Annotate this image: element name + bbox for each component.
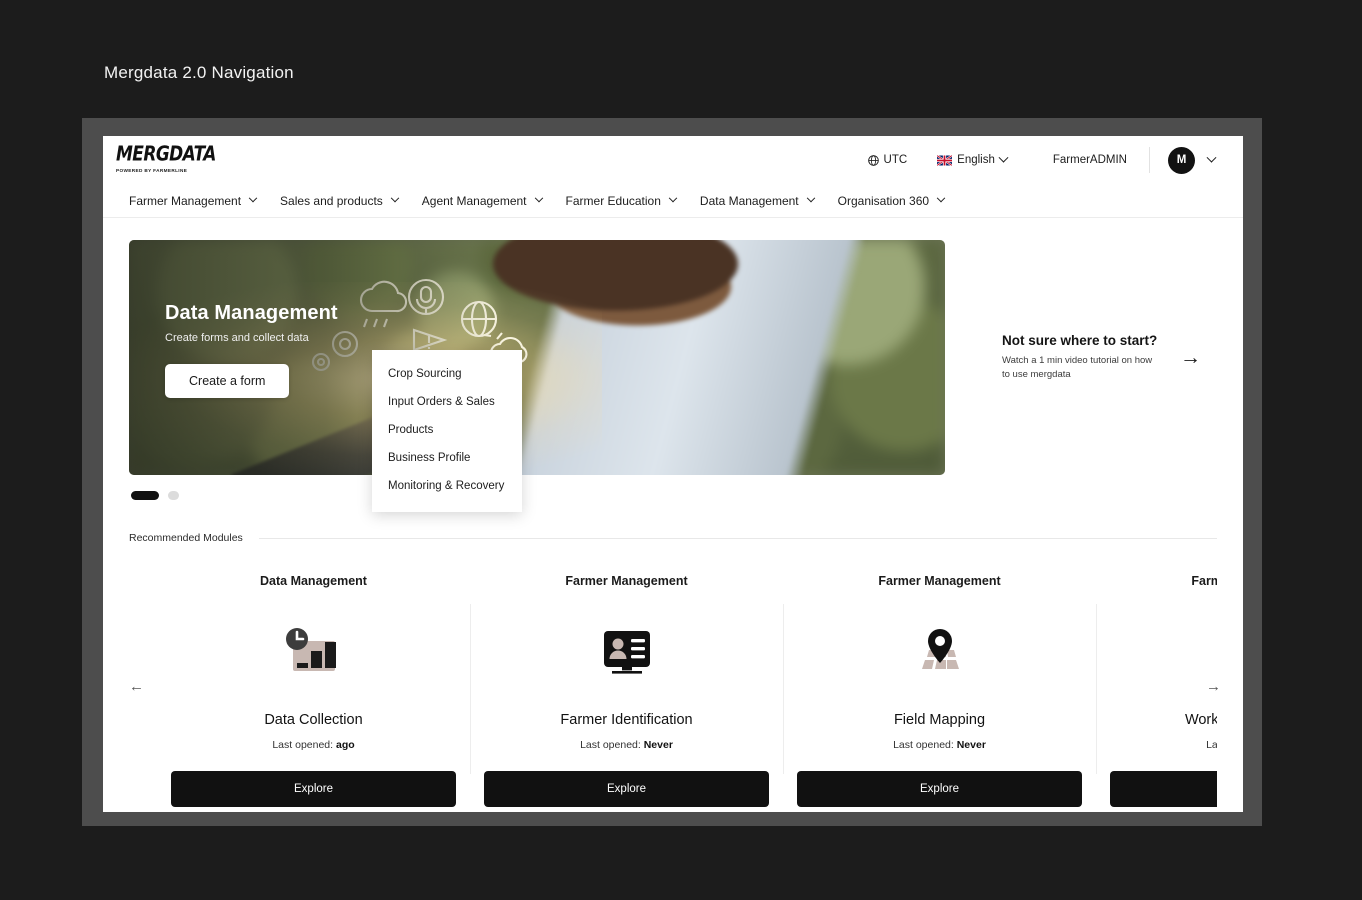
dropdown-item-monitoring-and-recovery[interactable]: Monitoring & Recovery <box>372 472 522 500</box>
nav-item-sales-and-products[interactable]: Sales and products <box>268 184 410 217</box>
carousel-dot-2[interactable] <box>168 491 179 500</box>
hero-banner: Data Management Create forms and collect… <box>129 240 945 475</box>
carousel-dot-1[interactable] <box>131 491 159 500</box>
module-card[interactable]: Farmer Management <box>470 574 783 807</box>
language-label: English <box>957 154 995 166</box>
map-pin-field-icon <box>909 625 971 681</box>
hero-title: Data Management <box>165 302 338 325</box>
last-opened-value: ago <box>336 739 355 751</box>
timezone-label: UTC <box>884 154 908 166</box>
nav-item-organisation-360[interactable]: Organisation 360 <box>826 184 956 217</box>
divider <box>1149 147 1150 173</box>
module-category: Farmer Management <box>1110 574 1217 588</box>
last-opened-label: Last opened: <box>580 739 641 751</box>
nav-item-data-management[interactable]: Data Management <box>688 184 826 217</box>
logo-tagline: POWERED BY FARMERLINE <box>116 168 221 173</box>
last-opened-value: Never <box>644 739 673 751</box>
nav-item-agent-management[interactable]: Agent Management <box>410 184 554 217</box>
module-name: Data Collection <box>171 712 456 728</box>
arrow-right-icon[interactable]: → <box>1180 347 1201 368</box>
chevron-down-icon <box>998 152 1008 162</box>
module-name: Worker Management <box>1110 712 1217 728</box>
explore-button[interactable]: Explore <box>171 771 456 807</box>
module-card[interactable]: Farmer Management Worker Management Last… <box>1096 574 1217 807</box>
uk-flag-icon <box>937 155 952 166</box>
dropdown-item-products[interactable]: Products <box>372 416 522 444</box>
module-card[interactable]: Data Management Data Collectio <box>157 574 470 807</box>
explore-button[interactable]: Explore <box>1110 771 1217 807</box>
module-icon <box>797 610 1082 696</box>
module-last-opened: Last opened: Never <box>797 739 1082 751</box>
recommended-modules-title: Recommended Modules <box>129 532 243 544</box>
dropdown-item-input-orders-and-sales[interactable]: Input Orders & Sales <box>372 388 522 416</box>
tutorial-title: Not sure where to start? <box>1002 333 1162 348</box>
top-bar: MERGDATA POWERED BY FARMERLINE UTC <box>103 136 1243 184</box>
chevron-down-icon <box>534 193 542 201</box>
modules-carousel: ← → Data Management <box>129 574 1217 807</box>
carousel-dots <box>131 491 1217 500</box>
module-last-opened: Last opened: ago <box>171 739 456 751</box>
user-name: FarmerADMIN <box>1053 154 1127 166</box>
module-name: Farmer Identification <box>484 712 769 728</box>
module-category: Farmer Management <box>797 574 1082 588</box>
explore-button[interactable]: Explore <box>797 771 1082 807</box>
tutorial-callout[interactable]: Not sure where to start? Watch a 1 min v… <box>1002 333 1217 382</box>
logo-wordmark: MERGDATA <box>116 146 216 166</box>
language-selector[interactable]: English <box>937 154 1007 166</box>
nav-label: Agent Management <box>422 194 527 208</box>
module-icon <box>484 610 769 696</box>
create-a-form-button[interactable]: Create a form <box>165 364 289 398</box>
timezone-selector[interactable]: UTC <box>868 154 908 166</box>
nav-label: Farmer Management <box>129 194 241 208</box>
last-opened-value: Never <box>957 739 986 751</box>
chevron-down-icon <box>249 193 257 201</box>
nav-item-farmer-management[interactable]: Farmer Management <box>116 184 268 217</box>
bar-chart-clock-icon <box>283 625 345 681</box>
module-category: Data Management <box>171 574 456 588</box>
last-opened-label: Last opened: <box>893 739 954 751</box>
avatar[interactable]: M <box>1168 147 1195 174</box>
globe-icon <box>868 155 879 166</box>
last-opened-label: Last opened: <box>1206 739 1217 751</box>
explore-button[interactable]: Explore <box>484 771 769 807</box>
nav-label: Data Management <box>700 194 799 208</box>
device-frame: MERGDATA POWERED BY FARMERLINE UTC <box>82 118 1262 826</box>
nav-item-farmer-education[interactable]: Farmer Education <box>554 184 688 217</box>
divider <box>259 538 1217 539</box>
carousel-prev-button[interactable]: ← <box>129 678 144 695</box>
main-navigation: Farmer Management Sales and products Age… <box>103 184 1243 218</box>
module-last-opened: Last opened: Never <box>484 739 769 751</box>
nav-label: Sales and products <box>280 194 383 208</box>
hero-subtitle: Create forms and collect data <box>165 332 338 344</box>
page-title: Mergdata 2.0 Navigation <box>104 63 294 83</box>
page-content: Data Management Create forms and collect… <box>103 240 1243 807</box>
id-card-icon <box>596 625 658 681</box>
chevron-down-icon[interactable] <box>1207 152 1217 162</box>
mergdata-logo[interactable]: MERGDATA POWERED BY FARMERLINE <box>116 147 219 173</box>
module-card-list: Data Management Data Collectio <box>157 574 1217 807</box>
module-name: Field Mapping <box>797 712 1082 728</box>
module-category: Farmer Management <box>484 574 769 588</box>
chevron-down-icon <box>669 193 677 201</box>
module-card[interactable]: Farmer Management <box>783 574 1096 807</box>
sales-and-products-dropdown: Crop Sourcing Input Orders & Sales Produ… <box>372 350 522 512</box>
recommended-modules-header: Recommended Modules <box>129 532 1217 544</box>
last-opened-label: Last opened: <box>272 739 333 751</box>
dropdown-item-business-profile[interactable]: Business Profile <box>372 444 522 472</box>
top-bar-right: UTC English FarmerADMIN M <box>838 147 1215 174</box>
hero-text-block: Data Management Create forms and collect… <box>165 302 338 398</box>
app-viewport: MERGDATA POWERED BY FARMERLINE UTC <box>103 136 1243 812</box>
nav-label: Farmer Education <box>566 194 661 208</box>
module-last-opened: Last opened: Never <box>1110 739 1217 751</box>
nav-label: Organisation 360 <box>838 194 929 208</box>
hero-row: Data Management Create forms and collect… <box>129 240 1217 475</box>
tutorial-subtitle: Watch a 1 min video tutorial on how to u… <box>1002 354 1162 382</box>
chevron-down-icon <box>937 193 945 201</box>
chevron-down-icon <box>806 193 814 201</box>
module-icon <box>1110 610 1217 696</box>
chevron-down-icon <box>391 193 399 201</box>
dropdown-item-crop-sourcing[interactable]: Crop Sourcing <box>372 360 522 388</box>
module-icon <box>171 610 456 696</box>
